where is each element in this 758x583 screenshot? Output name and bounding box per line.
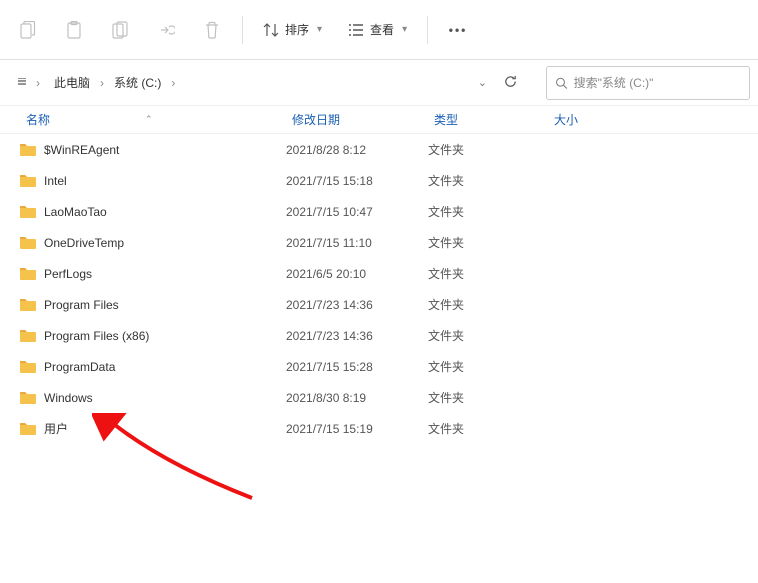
- cell-name: OneDriveTemp: [20, 236, 286, 250]
- folder-icon: [20, 205, 36, 218]
- sort-label: 排序: [285, 21, 309, 38]
- history-dropdown[interactable]: ⌄: [478, 76, 487, 89]
- cell-name: Program Files (x86): [20, 329, 286, 343]
- folder-icon: [20, 267, 36, 280]
- file-name: $WinREAgent: [44, 143, 119, 157]
- cell-date: 2021/7/15 15:28: [286, 360, 428, 374]
- chevron-right-icon: ›: [96, 76, 108, 90]
- table-row[interactable]: ProgramData 2021/7/15 15:28文件夹: [20, 351, 758, 382]
- cell-date: 2021/7/15 15:19: [286, 422, 428, 436]
- refresh-button[interactable]: [503, 74, 518, 92]
- table-row[interactable]: 用户 2021/7/15 15:19文件夹: [20, 413, 758, 444]
- table-row[interactable]: LaoMaoTao 2021/7/15 10:47文件夹: [20, 196, 758, 227]
- cell-type: 文件夹: [428, 296, 548, 313]
- cell-type: 文件夹: [428, 389, 548, 406]
- cell-type: 文件夹: [428, 265, 548, 282]
- folder-icon: [20, 391, 36, 404]
- table-row[interactable]: Program Files 2021/7/23 14:36文件夹: [20, 289, 758, 320]
- ellipsis-icon: •••: [449, 23, 468, 37]
- folder-icon: [20, 329, 36, 342]
- cell-name: Windows: [20, 391, 286, 405]
- folder-icon: [20, 143, 36, 156]
- file-name: OneDriveTemp: [44, 236, 124, 250]
- share-button[interactable]: [146, 10, 186, 50]
- file-name: 用户: [44, 420, 68, 437]
- cut-button[interactable]: [100, 10, 140, 50]
- view-label: 查看: [370, 21, 394, 38]
- sort-icon: [263, 22, 279, 38]
- cell-date: 2021/6/5 20:10: [286, 267, 428, 281]
- breadcrumb-root[interactable]: ›: [14, 66, 48, 100]
- folder-icon: [20, 360, 36, 373]
- chevron-down-icon: ▾: [317, 24, 322, 35]
- paste-button[interactable]: [54, 10, 94, 50]
- table-row[interactable]: Intel 2021/7/15 15:18文件夹: [20, 165, 758, 196]
- cell-type: 文件夹: [428, 141, 548, 158]
- sort-dropdown[interactable]: 排序 ▾: [253, 10, 332, 50]
- cell-name: ProgramData: [20, 360, 286, 374]
- address-row: › 此电脑 › 系统 (C:) › ⌄: [0, 60, 758, 106]
- cell-date: 2021/7/15 15:18: [286, 174, 428, 188]
- column-header-name[interactable]: 名称 ⌃: [20, 111, 286, 128]
- column-header-type[interactable]: 类型: [428, 111, 548, 128]
- cell-type: 文件夹: [428, 420, 548, 437]
- cell-name: $WinREAgent: [20, 143, 286, 157]
- file-name: Program Files (x86): [44, 329, 149, 343]
- table-row[interactable]: $WinREAgent 2021/8/28 8:12文件夹: [20, 134, 758, 165]
- cell-date: 2021/7/15 11:10: [286, 236, 428, 250]
- cell-type: 文件夹: [428, 234, 548, 251]
- file-name: Windows: [44, 391, 93, 405]
- toolbar-divider: [427, 16, 428, 44]
- file-name: Intel: [44, 174, 67, 188]
- folder-icon: [20, 174, 36, 187]
- view-dropdown[interactable]: 查看 ▾: [338, 10, 417, 50]
- search-box[interactable]: [546, 66, 750, 100]
- file-name: LaoMaoTao: [44, 205, 107, 219]
- folder-icon: [20, 236, 36, 249]
- folder-icon: [20, 298, 36, 311]
- view-icon: [348, 23, 364, 37]
- copy-button[interactable]: [8, 10, 48, 50]
- file-name: PerfLogs: [44, 267, 92, 281]
- cell-name: LaoMaoTao: [20, 205, 286, 219]
- cell-name: Intel: [20, 174, 286, 188]
- toolbar: 排序 ▾ 查看 ▾ •••: [0, 0, 758, 60]
- cell-type: 文件夹: [428, 203, 548, 220]
- table-row[interactable]: Program Files (x86) 2021/7/23 14:36文件夹: [20, 320, 758, 351]
- cell-date: 2021/7/23 14:36: [286, 329, 428, 343]
- folder-icon: [20, 422, 36, 435]
- cell-type: 文件夹: [428, 358, 548, 375]
- search-icon: [555, 76, 568, 90]
- table-row[interactable]: Windows 2021/8/30 8:19文件夹: [20, 382, 758, 413]
- table-row[interactable]: OneDriveTemp 2021/7/15 11:10文件夹: [20, 227, 758, 258]
- chevron-right-icon: ›: [167, 76, 179, 90]
- column-header-size[interactable]: 大小: [548, 111, 628, 128]
- file-name: Program Files: [44, 298, 119, 312]
- sort-indicator-icon: ⌃: [145, 114, 153, 125]
- breadcrumb[interactable]: › 此电脑 › 系统 (C:) › ⌄: [0, 66, 536, 100]
- file-name: ProgramData: [44, 360, 115, 374]
- breadcrumb-item-pc[interactable]: 此电脑: [48, 70, 96, 95]
- delete-button[interactable]: [192, 10, 232, 50]
- breadcrumb-item-drive[interactable]: 系统 (C:): [108, 70, 167, 95]
- cell-name: Program Files: [20, 298, 286, 312]
- search-input[interactable]: [574, 76, 741, 90]
- cell-date: 2021/7/23 14:36: [286, 298, 428, 312]
- chevron-down-icon: ▾: [402, 24, 407, 35]
- chevron-right-icon: ›: [32, 76, 44, 90]
- table-row[interactable]: PerfLogs 2021/6/5 20:10文件夹: [20, 258, 758, 289]
- more-button[interactable]: •••: [438, 10, 478, 50]
- toolbar-divider: [242, 16, 243, 44]
- cell-date: 2021/8/28 8:12: [286, 143, 428, 157]
- cell-name: PerfLogs: [20, 267, 286, 281]
- cell-date: 2021/8/30 8:19: [286, 391, 428, 405]
- file-list: $WinREAgent2021/8/28 8:12文件夹Intel2021/7/…: [0, 134, 758, 444]
- cell-type: 文件夹: [428, 172, 548, 189]
- column-headers: 名称 ⌃ 修改日期 类型 大小: [0, 106, 758, 134]
- address-controls: ⌄: [478, 74, 528, 92]
- cell-name: 用户: [20, 420, 286, 437]
- column-header-date[interactable]: 修改日期: [286, 111, 428, 128]
- cell-type: 文件夹: [428, 327, 548, 344]
- cell-date: 2021/7/15 10:47: [286, 205, 428, 219]
